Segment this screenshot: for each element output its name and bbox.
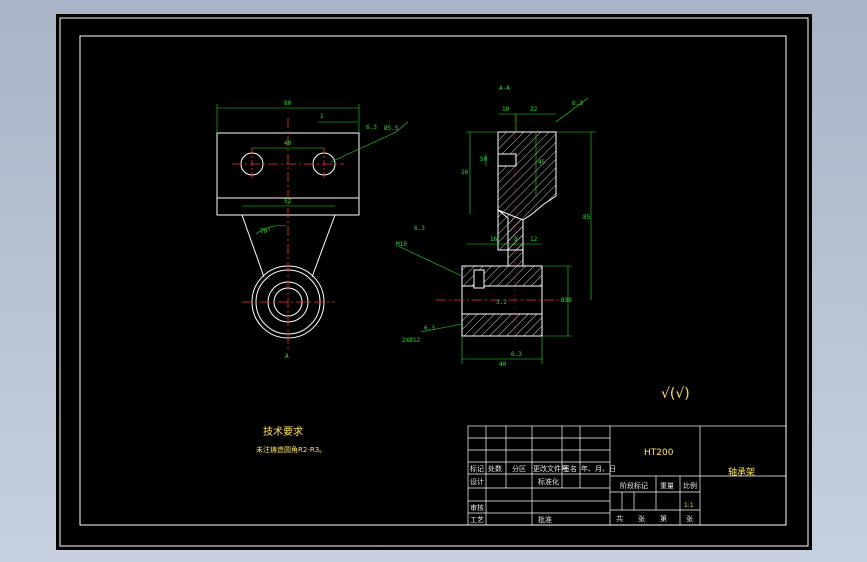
tb-mark: 标记 bbox=[470, 464, 484, 473]
tb-review: 审核 bbox=[470, 503, 484, 512]
dim-hole-spacing: 40 bbox=[284, 140, 292, 147]
tb-standard: 标准化 bbox=[538, 477, 559, 486]
part-name: 轴承架 bbox=[728, 466, 755, 478]
scale-value: 1:1 bbox=[684, 502, 694, 509]
dim-inner-width: 52 bbox=[284, 198, 292, 205]
tb-sheet-label2: 张 bbox=[686, 514, 693, 523]
dim-sec-dia: Ø38 bbox=[561, 297, 572, 304]
hole-callout-1: Ø5.5 bbox=[384, 125, 399, 132]
rough-section-lower: 6.3 bbox=[424, 325, 435, 332]
tb-sheet-label: 张 bbox=[638, 514, 645, 523]
tb-zone: 分区 bbox=[512, 464, 526, 473]
tb-weight: 重量 bbox=[660, 482, 674, 490]
tb-sheet-no: 第 bbox=[660, 514, 667, 523]
dim-sec-45: 45 bbox=[538, 159, 546, 166]
hole-callout-3: 2XØ12 bbox=[402, 337, 420, 344]
tb-process: 工艺 bbox=[470, 516, 484, 524]
dim-sec-10: 10 bbox=[502, 106, 510, 113]
rough-section-mid: 3.2 bbox=[496, 299, 507, 306]
rough-section-left: 6.3 bbox=[414, 225, 425, 232]
inner-frame bbox=[79, 35, 787, 526]
tb-scale-label: 比例 bbox=[683, 481, 697, 490]
dim-sec-22: 22 bbox=[530, 106, 538, 113]
dim-sec-bottom: 40 bbox=[499, 361, 507, 368]
tb-sheet-total: 共 bbox=[616, 514, 623, 523]
right-arm bbox=[311, 214, 336, 278]
dim-sec-16: 16 bbox=[461, 169, 469, 176]
tb-sign: 签名 bbox=[563, 464, 577, 473]
dim-sec-8: 8 bbox=[514, 236, 518, 243]
rough-front: 6.3 bbox=[366, 124, 377, 131]
dim-sec-16b: 16 bbox=[490, 236, 498, 243]
tech-req-title: 技术要求 bbox=[263, 425, 303, 438]
dim-sec-50: 50 bbox=[480, 156, 488, 163]
rough-section-bottom: 6.3 bbox=[511, 351, 522, 358]
rough-section-top: 6.3 bbox=[572, 100, 583, 107]
left-arm bbox=[241, 214, 265, 278]
drawing-svg: 80 40 52 70° 1 6.3 Ø5.5 A A-A 10 22 16 4… bbox=[59, 17, 809, 547]
tb-design: 设计 bbox=[470, 477, 484, 486]
dim-sec-12: 12 bbox=[530, 236, 538, 243]
roughness-symbol: √(√) bbox=[661, 386, 690, 402]
tb-stage: 阶段标记 bbox=[620, 481, 648, 490]
section-view bbox=[436, 114, 562, 344]
tb-count: 处数 bbox=[488, 464, 502, 473]
front-view bbox=[216, 118, 360, 352]
upper-pocket bbox=[497, 153, 517, 167]
dim-top-width: 80 bbox=[284, 100, 292, 107]
dim-sec-85: 85 bbox=[583, 214, 591, 221]
outer-frame bbox=[59, 17, 809, 547]
dim-marker-1: 1 bbox=[320, 113, 324, 120]
tb-approve: 批准 bbox=[538, 515, 552, 524]
material: HT200 bbox=[644, 448, 674, 458]
drawing-canvas: 80 40 52 70° 1 6.3 Ø5.5 A A-A 10 22 16 4… bbox=[56, 14, 812, 550]
tb-date: 年、月、日 bbox=[581, 464, 616, 473]
tech-req-text: 未注铸造圆角R2-R3。 bbox=[256, 445, 326, 454]
view-arrow-label: A bbox=[285, 353, 289, 360]
section-label: A-A bbox=[499, 85, 510, 92]
small-hole bbox=[473, 269, 485, 289]
dim-angle: 70° bbox=[260, 228, 271, 235]
hole-callout-2: M10 bbox=[396, 241, 407, 248]
upper-flange bbox=[497, 131, 557, 251]
